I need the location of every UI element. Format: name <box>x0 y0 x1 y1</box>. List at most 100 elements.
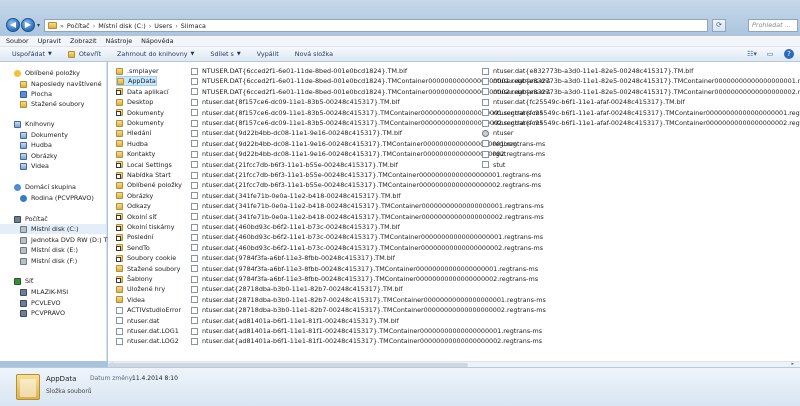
new-folder-button[interactable]: Nová složka <box>295 50 333 58</box>
chevron-right-icon[interactable]: › <box>175 22 178 30</box>
file-item[interactable]: ntuser.dat{341fe71b-0e0a-11e2-b418-00248… <box>191 212 544 222</box>
file-item[interactable]: ntuser.dat{341fe71b-0e0a-11e2-b418-00248… <box>191 191 401 201</box>
file-item[interactable]: ntuser.dat.LOG1 <box>116 326 179 336</box>
menu-file[interactable]: Soubor <box>6 36 29 46</box>
file-item[interactable]: Obrázky <box>116 191 153 201</box>
chevron-right-icon[interactable]: › <box>149 22 152 30</box>
file-name: stut <box>493 160 506 169</box>
file-item[interactable]: Local Settings <box>116 160 172 170</box>
breadcrumb-item[interactable]: Počítač <box>67 22 90 30</box>
help-icon[interactable]: ? <box>784 49 794 59</box>
share-with-button[interactable]: Sdílet s ▼ <box>210 50 240 58</box>
file-item[interactable]: rgut <box>482 149 506 159</box>
file-item[interactable]: Dokumenty <box>116 108 164 118</box>
file-item[interactable]: ntuser.dat{21fcc7db-b6f3-11e1-b55e-00248… <box>191 180 541 190</box>
breadcrumb-item[interactable]: Users <box>154 22 172 30</box>
preview-pane-icon[interactable]: ▭ <box>764 49 776 60</box>
chevron-right-icon[interactable]: » <box>60 22 64 30</box>
organize-button[interactable]: Uspořádat ▼ <box>12 50 52 58</box>
file-item[interactable]: ntuser.dat{e832773b-a3d0-11e1-82e5-00248… <box>482 76 800 86</box>
file-item[interactable]: Poslední <box>116 232 153 242</box>
file-item[interactable]: ntuser.dat{fc25549c-b6f1-11e1-afaf-00248… <box>482 97 685 107</box>
menu-help[interactable]: Nápověda <box>141 36 173 46</box>
breadcrumb-item[interactable]: Místní disk (C:) <box>98 22 145 30</box>
file-item[interactable]: ntuser.dat.LOG2 <box>116 336 179 346</box>
file-item[interactable]: Dokumenty <box>116 118 164 128</box>
file-item[interactable]: Hudba <box>116 139 148 149</box>
file-item[interactable]: ntuser.dat{e832773b-a3d0-11e1-82e5-00248… <box>482 87 800 97</box>
nav-computer[interactable]: Počítač <box>14 214 120 224</box>
file-item[interactable]: Kontakty <box>116 149 155 159</box>
file-item[interactable]: Odkazy <box>116 201 151 211</box>
file-item[interactable]: Nabídka Start <box>116 170 171 180</box>
address-bar[interactable]: » Počítač › Místní disk (C:) › Users › S… <box>44 19 708 32</box>
refresh-button[interactable]: ⟳ <box>712 19 726 32</box>
file-item[interactable]: ntuser.dat{9784f3fa-a6bf-11e3-8fbb-00248… <box>191 253 395 263</box>
back-button[interactable]: ◀ <box>6 18 20 32</box>
search-input[interactable]: Prohledat ... <box>748 19 798 32</box>
file-item[interactable]: Okolní tiskárny <box>116 222 175 232</box>
file-item[interactable]: .smplayer <box>116 66 159 76</box>
file-item[interactable]: Šablony <box>116 274 153 284</box>
file-item[interactable]: ntuser.dat{21fcc7db-b6f3-11e1-b55e-00248… <box>191 170 541 180</box>
view-options-icon[interactable]: ☷▾ <box>746 49 758 60</box>
include-in-library-button[interactable]: Zahrnout do knihovny ▼ <box>117 50 194 58</box>
menu-tools[interactable]: Nástroje <box>106 36 133 46</box>
file-item[interactable]: Soubory cookie <box>116 253 176 263</box>
file-item[interactable]: Stažené soubory <box>116 264 180 274</box>
burn-button[interactable]: Vypálit <box>257 50 279 58</box>
file-item[interactable]: SendTo <box>116 243 150 253</box>
file-item[interactable]: ACTIVstudioError <box>116 305 181 315</box>
file-item[interactable]: ntuser.dat{fc25549c-b6f1-11e1-afaf-00248… <box>482 108 800 118</box>
nav-libraries[interactable]: Knihovny <box>14 119 120 129</box>
file-item[interactable]: Videa <box>116 295 145 305</box>
file-item[interactable]: ntuser.dat <box>116 316 159 326</box>
network-computer-icon <box>20 299 27 307</box>
file-item[interactable]: ntuser.dat{9784f3fa-a6bf-11e3-8fbb-00248… <box>191 264 538 274</box>
file-item[interactable]: ntuser.dat{460bd93c-b6f2-11e1-b73c-00248… <box>191 232 543 242</box>
file-item[interactable]: NTUSER.DAT{6cced2f1-6e01-11de-8bed-001e0… <box>191 66 407 76</box>
file-item[interactable]: ntuser.dat{8f157ce6-dc09-11e1-83b5-00248… <box>191 97 400 107</box>
file-item[interactable]: ntuser.dat{9784f3fa-a6bf-11e3-8fbb-00248… <box>191 274 538 284</box>
file-item[interactable]: ntuser.dat{ad81401a-b6f1-11e1-81f1-00248… <box>191 336 542 346</box>
file-item[interactable]: Uložené hry <box>116 284 165 294</box>
file-item[interactable]: Okolní síť <box>116 212 157 222</box>
file-item[interactable]: AppData <box>116 76 157 87</box>
file-item[interactable]: regbcm <box>482 139 517 149</box>
file-item[interactable]: ntuser.dat{460bd93c-b6f2-11e1-b73c-00248… <box>191 243 543 253</box>
file-item[interactable]: Data aplikací <box>116 87 169 97</box>
file-item[interactable]: Desktop <box>116 97 153 107</box>
file-item[interactable]: Hledání <box>116 128 151 138</box>
file-item[interactable]: ntuser.dat{e832773b-a3d0-11e1-82e5-00248… <box>482 66 693 76</box>
file-item[interactable]: ntuser <box>482 128 514 138</box>
file-item[interactable]: ntuser.dat{fc25549c-b6f1-11e1-afaf-00248… <box>482 118 800 128</box>
open-button[interactable]: Otevřít <box>67 50 101 58</box>
file-item[interactable]: ntuser.dat{28718dba-b3b0-11e1-82b7-00248… <box>191 295 546 305</box>
file-name: Oblíbené položky <box>127 181 182 190</box>
file-item[interactable]: ntuser.dat{9d22b4bb-dc08-11e1-9e16-00248… <box>191 128 402 138</box>
nav-drive-c[interactable]: Místní disk (C:) <box>0 224 106 234</box>
file-item[interactable]: stut <box>482 160 505 170</box>
file-icon <box>482 88 489 96</box>
file-item[interactable]: ntuser.dat{ad81401a-b6f1-11e1-81f1-00248… <box>191 316 399 326</box>
file-item[interactable]: ntuser.dat{21fcc7db-b6f3-11e1-b55e-00248… <box>191 160 398 170</box>
file-item[interactable]: ntuser.dat{341fe71b-0e0a-11e2-b418-00248… <box>191 201 544 211</box>
file-name: ntuser.dat{9d22b4bb-dc08-11e1-9e16-00248… <box>202 129 403 138</box>
menu-edit[interactable]: Upravit <box>38 36 61 46</box>
menu-view[interactable]: Zobrazit <box>70 36 97 46</box>
file-item[interactable]: ntuser.dat{28718dba-b3b0-11e1-82b7-00248… <box>191 305 546 315</box>
file-item[interactable]: ntuser.dat{28718dba-b3b0-11e1-82b7-00248… <box>191 284 403 294</box>
file-icon <box>191 306 198 314</box>
nav-label: Stažené soubory <box>31 100 85 108</box>
file-item[interactable]: ntuser.dat{ad81401a-b6f1-11e1-81f1-00248… <box>191 326 542 336</box>
breadcrumb-item[interactable]: Slimaca <box>181 22 206 30</box>
nav-homegroup[interactable]: Domácí skupina <box>14 182 120 192</box>
forward-button[interactable]: ▶ <box>21 18 35 32</box>
recent-pages-dropdown[interactable]: ▾ <box>37 22 40 29</box>
file-item[interactable]: Oblíbené položky <box>116 180 182 190</box>
nav-favorites[interactable]: Oblíbené položky <box>14 68 120 78</box>
computer-icon <box>14 215 21 223</box>
chevron-right-icon[interactable]: › <box>93 22 96 30</box>
file-item[interactable]: ntuser.dat{460bd93c-b6f2-11e1-b73c-00248… <box>191 222 400 232</box>
nav-network[interactable]: Síť <box>14 276 120 286</box>
